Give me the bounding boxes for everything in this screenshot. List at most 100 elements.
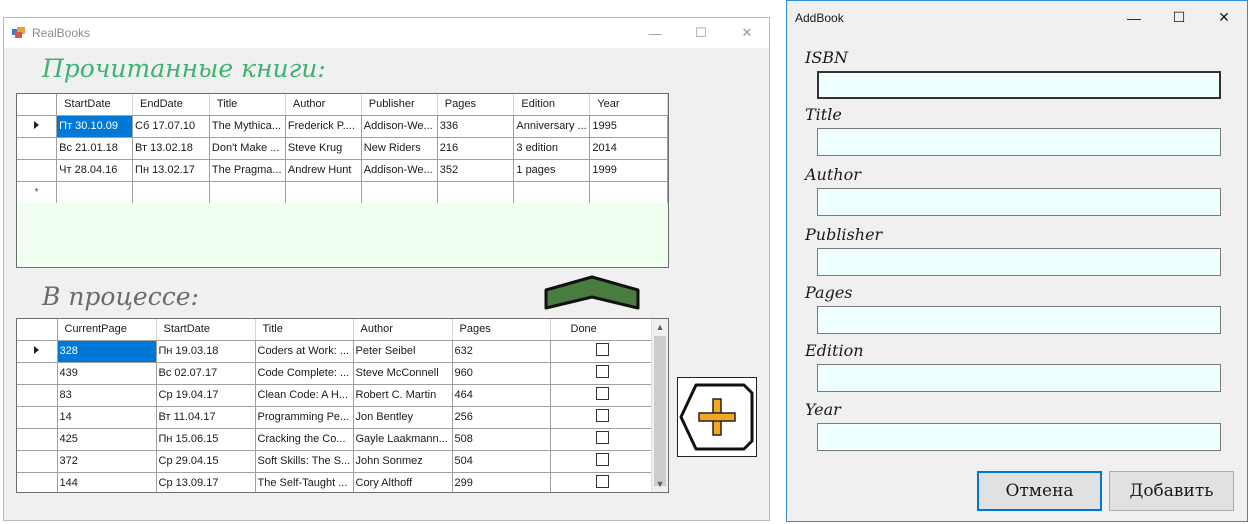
table-cell[interactable]: Вт 11.04.17 (156, 406, 256, 429)
done-checkbox[interactable] (596, 475, 609, 488)
done-checkbox[interactable] (596, 387, 609, 400)
table-cell[interactable]: 2014 (589, 137, 668, 160)
table-cell[interactable]: Frederick P.... (285, 115, 362, 138)
table-cell[interactable]: Andrew Hunt (285, 159, 362, 182)
table-cell[interactable]: Ср 13.09.17 (156, 472, 256, 492)
minimize-button[interactable]: — (632, 18, 678, 48)
edition-field[interactable] (817, 364, 1221, 392)
cancel-button[interactable]: Отмена (977, 471, 1102, 511)
table-cell[interactable]: The Pragma... (209, 159, 286, 182)
table-cell[interactable]: Gayle Laakmann... (353, 428, 453, 451)
column-header-title[interactable]: Title (209, 94, 286, 116)
dialog-maximize-button[interactable]: ☐ (1156, 1, 1202, 34)
table-cell[interactable]: 1999 (589, 159, 668, 182)
table-cell[interactable]: 504 (452, 450, 551, 473)
table-cell[interactable]: Пн 19.03.18 (156, 340, 256, 363)
table-row[interactable]: Пт 30.10.09 Сб 17.07.10 The Mythica... F… (17, 115, 668, 138)
table-cell[interactable]: Code Complete: ... (255, 362, 354, 385)
table-cell[interactable]: Вт 13.02.18 (132, 137, 210, 160)
done-checkbox[interactable] (596, 453, 609, 466)
table-cell[interactable]: Addison-We... (361, 159, 438, 182)
table-cell[interactable]: Пн 13.02.17 (132, 159, 210, 182)
read-books-grid[interactable]: StartDate EndDate Title Author Publisher… (16, 93, 669, 268)
table-row[interactable]: Чт 28.04.16 Пн 13.02.17 The Pragma... An… (17, 159, 668, 182)
column-header-startdate[interactable]: StartDate (56, 94, 134, 116)
table-cell[interactable]: 256 (452, 406, 551, 429)
table-cell[interactable]: Чт 28.04.16 (56, 159, 134, 182)
column-header-currentpage[interactable]: CurrentPage (57, 319, 157, 341)
table-cell[interactable]: Steve Krug (285, 137, 362, 160)
title-field[interactable] (817, 128, 1221, 156)
table-cell[interactable]: Peter Seibel (353, 340, 453, 363)
table-cell[interactable] (285, 181, 362, 204)
row-header[interactable] (17, 137, 58, 160)
table-cell[interactable] (209, 181, 286, 204)
scroll-up-arrow-icon[interactable]: ▲ (652, 319, 668, 335)
table-cell[interactable]: 425 (57, 428, 157, 451)
year-field[interactable] (817, 423, 1221, 451)
table-cell[interactable]: Coders at Work: ... (255, 340, 354, 363)
column-header-pages[interactable]: Pages (452, 319, 551, 341)
table-cell[interactable] (589, 181, 668, 204)
table-cell[interactable]: Don't Make ... (209, 137, 286, 160)
table-cell[interactable]: 1995 (589, 115, 668, 138)
table-cell[interactable] (132, 181, 210, 204)
table-cell[interactable]: 439 (57, 362, 157, 385)
row-header[interactable] (17, 450, 58, 473)
column-header-edition[interactable]: Edition (513, 94, 591, 116)
table-cell[interactable]: Вс 21.01.18 (56, 137, 134, 160)
dialog-minimize-button[interactable]: — (1111, 1, 1157, 34)
table-row[interactable]: Вс 21.01.18 Вт 13.02.18 Don't Make ... S… (17, 137, 668, 160)
table-cell[interactable]: 352 (437, 159, 515, 182)
isbn-field[interactable] (817, 71, 1221, 99)
table-cell[interactable]: 216 (437, 137, 515, 160)
table-row[interactable]: 14 Вт 11.04.17 Programming Pe... Jon Ben… (17, 406, 654, 429)
table-cell[interactable]: Steve McConnell (353, 362, 453, 385)
table-cell[interactable]: 372 (57, 450, 157, 473)
table-cell[interactable]: Robert C. Martin (353, 384, 453, 407)
row-header[interactable] (17, 384, 58, 407)
table-cell[interactable]: 328 (57, 340, 157, 363)
column-header-author[interactable]: Author (285, 94, 362, 116)
table-cell[interactable] (361, 181, 438, 204)
table-cell[interactable]: The Self-Taught ... (255, 472, 354, 492)
table-row[interactable]: 328 Пн 19.03.18 Coders at Work: ... Pete… (17, 340, 654, 363)
column-header-author[interactable]: Author (353, 319, 453, 341)
table-cell[interactable]: New Riders (361, 137, 438, 160)
maximize-button[interactable]: ☐ (678, 18, 724, 48)
row-header[interactable] (17, 362, 58, 385)
column-header-pages[interactable]: Pages (437, 94, 515, 116)
table-cell[interactable]: Soft Skills: The S... (255, 450, 354, 473)
table-cell[interactable]: The Mythica... (209, 115, 286, 138)
table-cell[interactable]: Anniversary ... (513, 115, 591, 138)
column-header-title[interactable]: Title (255, 319, 354, 341)
column-header-startdate[interactable]: StartDate (156, 319, 256, 341)
row-header[interactable] (17, 428, 58, 451)
table-cell[interactable]: Programming Pe... (255, 406, 354, 429)
publisher-field[interactable] (817, 248, 1221, 276)
row-header[interactable] (17, 406, 58, 429)
table-cell[interactable]: 144 (57, 472, 157, 492)
author-field[interactable] (817, 188, 1221, 216)
table-row[interactable]: 144 Ср 13.09.17 The Self-Taught ... Cory… (17, 472, 654, 492)
table-cell[interactable] (513, 181, 591, 204)
chevron-up-icon[interactable] (544, 275, 640, 311)
row-header[interactable] (17, 472, 58, 492)
table-cell[interactable]: Ср 19.04.17 (156, 384, 256, 407)
table-cell[interactable]: 464 (452, 384, 551, 407)
table-cell[interactable]: Cory Althoff (353, 472, 453, 492)
row-header[interactable] (17, 159, 58, 182)
table-cell[interactable]: Clean Code: A H... (255, 384, 354, 407)
table-cell[interactable]: John Sonmez (353, 450, 453, 473)
table-cell[interactable]: 299 (452, 472, 551, 492)
done-cell[interactable] (550, 450, 654, 473)
table-cell[interactable]: Jon Bentley (353, 406, 453, 429)
table-cell[interactable]: 336 (437, 115, 515, 138)
table-cell[interactable]: 960 (452, 362, 551, 385)
done-checkbox[interactable] (596, 409, 609, 422)
main-titlebar[interactable]: RealBooks — ☐ ✕ (4, 18, 769, 48)
done-cell[interactable] (550, 406, 654, 429)
column-header-done[interactable]: Done (550, 319, 654, 341)
table-cell[interactable]: 1 pages (513, 159, 591, 182)
add-button[interactable]: Добавить (1109, 471, 1234, 511)
